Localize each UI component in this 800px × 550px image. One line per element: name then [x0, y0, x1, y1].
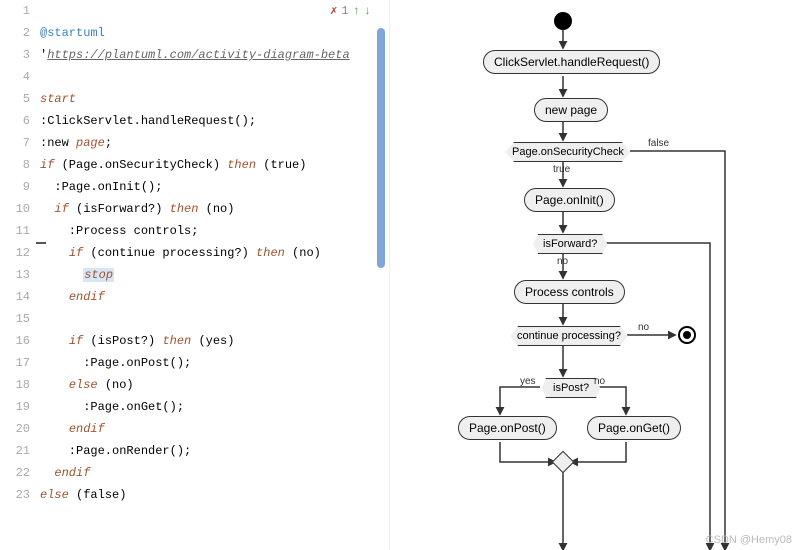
code-line[interactable]: :Page.onPost(); — [40, 352, 389, 374]
label-no-3: no — [594, 376, 605, 387]
code-line[interactable]: @startuml — [40, 22, 389, 44]
line-number: 22 — [0, 462, 30, 484]
line-number: 14 — [0, 286, 30, 308]
line-number: 13 — [0, 264, 30, 286]
code-line[interactable]: :Page.onRender(); — [40, 440, 389, 462]
line-number: 4 — [0, 66, 30, 88]
line-number: 21 — [0, 440, 30, 462]
line-number: 18 — [0, 374, 30, 396]
code-line[interactable]: if (isPost?) then (yes) — [40, 330, 389, 352]
line-number: 23 — [0, 484, 30, 506]
node-security-check: Page.onSecurityCheck — [497, 142, 639, 162]
code-line[interactable]: :ClickServlet.handleRequest(); — [40, 110, 389, 132]
node-onpost: Page.onPost() — [458, 416, 557, 440]
line-number: 5 — [0, 88, 30, 110]
label-false: false — [648, 138, 669, 149]
label-no-1: no — [557, 256, 568, 267]
node-isforward: isForward? — [528, 234, 612, 254]
end-node — [678, 326, 696, 344]
line-number: 9 — [0, 176, 30, 198]
code-line[interactable]: if (isForward?) then (no) — [40, 198, 389, 220]
code-lines[interactable]: @startuml'https://plantuml.com/activity-… — [40, 0, 389, 550]
line-number: 15 — [0, 308, 30, 330]
code-line[interactable]: endif — [40, 286, 389, 308]
line-number: 16 — [0, 330, 30, 352]
line-number: 12 — [0, 242, 30, 264]
node-onget: Page.onGet() — [587, 416, 681, 440]
line-number: 1 — [0, 0, 30, 22]
code-line[interactable]: endif — [40, 462, 389, 484]
error-icon[interactable]: ✗ — [330, 3, 337, 18]
watermark: CSDN @Hemy08 — [706, 534, 792, 546]
code-line[interactable]: :Page.onGet(); — [40, 396, 389, 418]
code-line[interactable]: start — [40, 88, 389, 110]
line-gutter: 1234567891011121314151617181920212223 — [0, 0, 40, 550]
code-line[interactable]: else (no) — [40, 374, 389, 396]
code-line[interactable] — [40, 66, 389, 88]
line-number: 19 — [0, 396, 30, 418]
prev-error-icon[interactable]: ↑ — [353, 4, 360, 18]
scrollbar[interactable] — [377, 0, 385, 550]
next-error-icon[interactable]: ↓ — [364, 4, 371, 18]
code-line[interactable]: 'https://plantuml.com/activity-diagram-b… — [40, 44, 389, 66]
node-continue-processing: continue processing? — [502, 326, 636, 346]
fold-marker[interactable] — [36, 242, 46, 244]
code-line[interactable]: else (false) — [40, 484, 389, 506]
line-number: 20 — [0, 418, 30, 440]
line-number: 11 — [0, 220, 30, 242]
label-true: true — [553, 164, 570, 175]
start-node — [554, 12, 572, 30]
code-line[interactable]: endif — [40, 418, 389, 440]
code-line[interactable]: stop — [40, 264, 389, 286]
line-number: 8 — [0, 154, 30, 176]
line-number: 3 — [0, 44, 30, 66]
code-editor[interactable]: 1234567891011121314151617181920212223 @s… — [0, 0, 390, 550]
line-number: 7 — [0, 132, 30, 154]
error-count: 1 — [341, 4, 348, 18]
line-number: 17 — [0, 352, 30, 374]
diagram-panel: ClickServlet.handleRequest() new page Pa… — [390, 0, 800, 550]
line-number: 2 — [0, 22, 30, 44]
line-number: 6 — [0, 110, 30, 132]
inspection-markers[interactable]: ✗ 1 ↑ ↓ — [330, 3, 371, 18]
label-yes: yes — [520, 376, 536, 387]
node-oninit: Page.onInit() — [524, 188, 615, 212]
scroll-thumb[interactable] — [377, 28, 385, 268]
code-line[interactable]: if (Page.onSecurityCheck) then (true) — [40, 154, 389, 176]
code-line[interactable]: if (continue processing?) then (no) — [40, 242, 389, 264]
diagram-arrows — [390, 0, 800, 550]
code-line[interactable] — [40, 308, 389, 330]
line-number: 10 — [0, 198, 30, 220]
merge-node — [552, 451, 575, 474]
node-handle-request: ClickServlet.handleRequest() — [483, 50, 660, 74]
code-line[interactable]: :Page.onInit(); — [40, 176, 389, 198]
node-process-controls: Process controls — [514, 280, 625, 304]
code-line[interactable]: :new page; — [40, 132, 389, 154]
code-line[interactable]: :Process controls; — [40, 220, 389, 242]
node-new-page: new page — [534, 98, 608, 122]
label-no-2: no — [638, 322, 649, 333]
